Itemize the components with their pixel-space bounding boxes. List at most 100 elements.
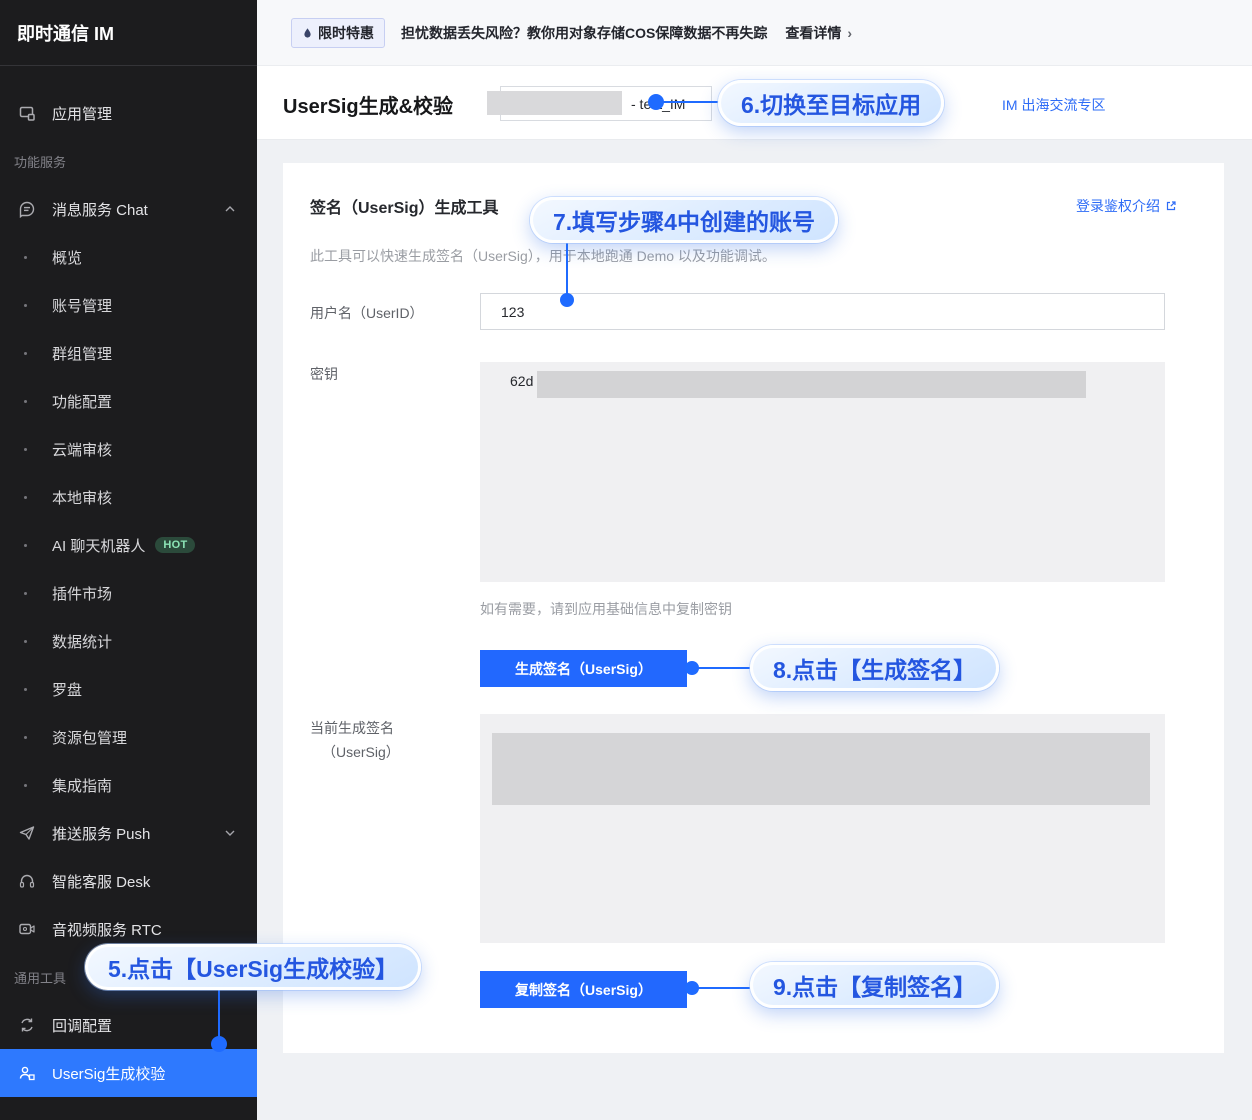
promo-text: 担忧数据丢失风险？教你用对象存储COS保障数据不再失踪 [401,23,767,43]
sidebar-item-ai-chatbot[interactable]: AI 聊天机器人 HOT [0,521,257,569]
bullet-icon [24,736,27,739]
sidebar-item-label: 群组管理 [52,343,112,364]
sidebar-item-usersig-tool[interactable]: UserSig生成校验 [0,1049,257,1097]
bullet-icon [24,784,27,787]
callback-sync-icon [18,1016,36,1034]
step8-connector-line [696,667,750,669]
paper-plane-icon [18,824,36,842]
annotation-step9: 9.点击【复制签名】 [750,962,999,1008]
annotation-step8: 8.点击【生成签名】 [750,645,999,691]
page-title: UserSig生成&校验 [283,90,453,119]
sidebar-item-desk-service[interactable]: 智能客服 Desk [0,857,257,905]
auth-intro-link[interactable]: 登录鉴权介绍 [1076,196,1177,216]
step5-connector-line [218,988,220,1042]
drop-icon [302,27,313,39]
sidebar-item-label: 插件市场 [52,583,112,604]
userid-label: 用户名（UserID） [310,303,424,323]
sidebar-item-group-management[interactable]: 群组管理 [0,329,257,377]
key-hint-text: 如有需要，请到应用基础信息中复制密钥 [480,599,732,619]
key-label: 密钥 [310,364,338,384]
bullet-icon [24,304,27,307]
sidebar-item-label: 本地审核 [52,487,112,508]
sidebar-item-local-moderation[interactable]: 本地审核 [0,473,257,521]
chevron-down-icon[interactable] [225,830,235,836]
bullet-icon [24,448,27,451]
sidebar-item-label: 功能配置 [52,391,112,412]
promo-details-link[interactable]: 查看详情› [785,23,852,43]
current-sig-label-line1: 当前生成签名 [310,718,394,738]
chat-icon [18,200,36,218]
redacted-app-name [487,91,622,115]
sidebar-item-cloud-moderation[interactable]: 云端审核 [0,425,257,473]
im-community-link[interactable]: IM 出海交流专区 [1002,95,1105,115]
sidebar-item-label: 音视频服务 RTC [52,919,162,940]
bullet-icon [24,592,27,595]
sidebar-item-label: 消息服务 Chat [52,199,148,220]
secret-key-textarea[interactable]: 62d [480,362,1165,582]
sidebar-item-feature-config[interactable]: 功能配置 [0,377,257,425]
generate-usersig-button[interactable]: 生成签名（UserSig） [480,650,687,687]
chevron-up-icon[interactable] [225,206,235,212]
sidebar-item-plugin-market[interactable]: 插件市场 [0,569,257,617]
im-console-screen: 即时通信 IM 应用管理 功能服务 消息服务 Chat 概览 账号管理 群组管理… [0,0,1252,1120]
bullet-icon [24,352,27,355]
tool-description: 此工具可以快速生成签名（UserSig），用于本地跑通 Demo 以及功能调试。 [310,246,776,266]
sidebar-item-label: 集成指南 [52,775,112,796]
sidebar-section-function-services: 功能服务 [0,137,257,185]
external-link-icon [1165,200,1177,212]
generated-usersig-textarea[interactable] [480,714,1165,943]
sidebar-item-integration-guide[interactable]: 集成指南 [0,761,257,809]
sidebar-item-label: 回调配置 [52,1015,112,1036]
headset-icon [18,872,36,890]
sidebar-item-label: 概览 [52,247,82,268]
promo-banner: 限时特惠 担忧数据丢失风险？教你用对象存储COS保障数据不再失踪 查看详情› [257,0,1252,66]
hot-badge: HOT [155,537,195,553]
userid-input[interactable] [480,293,1165,330]
sidebar-item-label: 推送服务 Push [52,823,150,844]
sidebar-item-chat-service[interactable]: 消息服务 Chat [0,185,257,233]
step6-connector-line [656,101,720,103]
sidebar-item-label: 应用管理 [52,103,112,124]
step9-connector-line [696,987,750,989]
redacted-usersig-value [492,733,1150,805]
bullet-icon [24,688,27,691]
copy-usersig-button[interactable]: 复制签名（UserSig） [480,971,687,1008]
product-title: 即时通信 IM [0,0,257,66]
annotation-step6: 6.切换至目标应用 [718,80,944,126]
sidebar-item-account-management[interactable]: 账号管理 [0,281,257,329]
sidebar-item-label: 智能客服 Desk [52,871,150,892]
sidebar-item-overview[interactable]: 概览 [0,233,257,281]
step8-connector-dot [685,661,699,675]
sidebar-item-label: 数据统计 [52,631,112,652]
sidebar-item-label: UserSig生成校验 [52,1063,165,1084]
sidebar-item-app-management[interactable]: 应用管理 [0,89,257,137]
video-camera-icon [18,920,36,938]
auth-intro-link-label: 登录鉴权介绍 [1076,196,1160,216]
sidebar-item-label: 罗盘 [52,679,82,700]
chevron-right-icon: › [847,25,852,41]
step9-connector-dot [685,981,699,995]
redacted-secret-key [537,371,1086,398]
bullet-icon [24,640,27,643]
sidebar-item-label: 资源包管理 [52,727,127,748]
card-title: 签名（UserSig）生成工具 [310,194,498,218]
key-visible-prefix: 62d [510,373,533,389]
sidebar-item-label: AI 聊天机器人 [52,535,145,556]
bullet-icon [24,256,27,259]
promo-badge: 限时特惠 [291,18,385,48]
usersig-person-icon [18,1064,36,1082]
current-sig-label-line2: （UserSig） [322,742,400,762]
step6-connector-dot [648,94,664,110]
promo-badge-label: 限时特惠 [318,23,374,43]
sidebar-item-label: 账号管理 [52,295,112,316]
bullet-icon [24,496,27,499]
step7-connector-dot [560,293,574,307]
sidebar-item-data-statistics[interactable]: 数据统计 [0,617,257,665]
sidebar-item-compass[interactable]: 罗盘 [0,665,257,713]
sidebar-item-push-service[interactable]: 推送服务 Push [0,809,257,857]
bullet-icon [24,400,27,403]
sidebar-item-resource-packages[interactable]: 资源包管理 [0,713,257,761]
annotation-step7: 7.填写步骤4中创建的账号 [530,197,838,243]
annotation-step5: 5.点击【UserSig生成校验】 [85,944,421,990]
app-management-icon [18,104,36,122]
